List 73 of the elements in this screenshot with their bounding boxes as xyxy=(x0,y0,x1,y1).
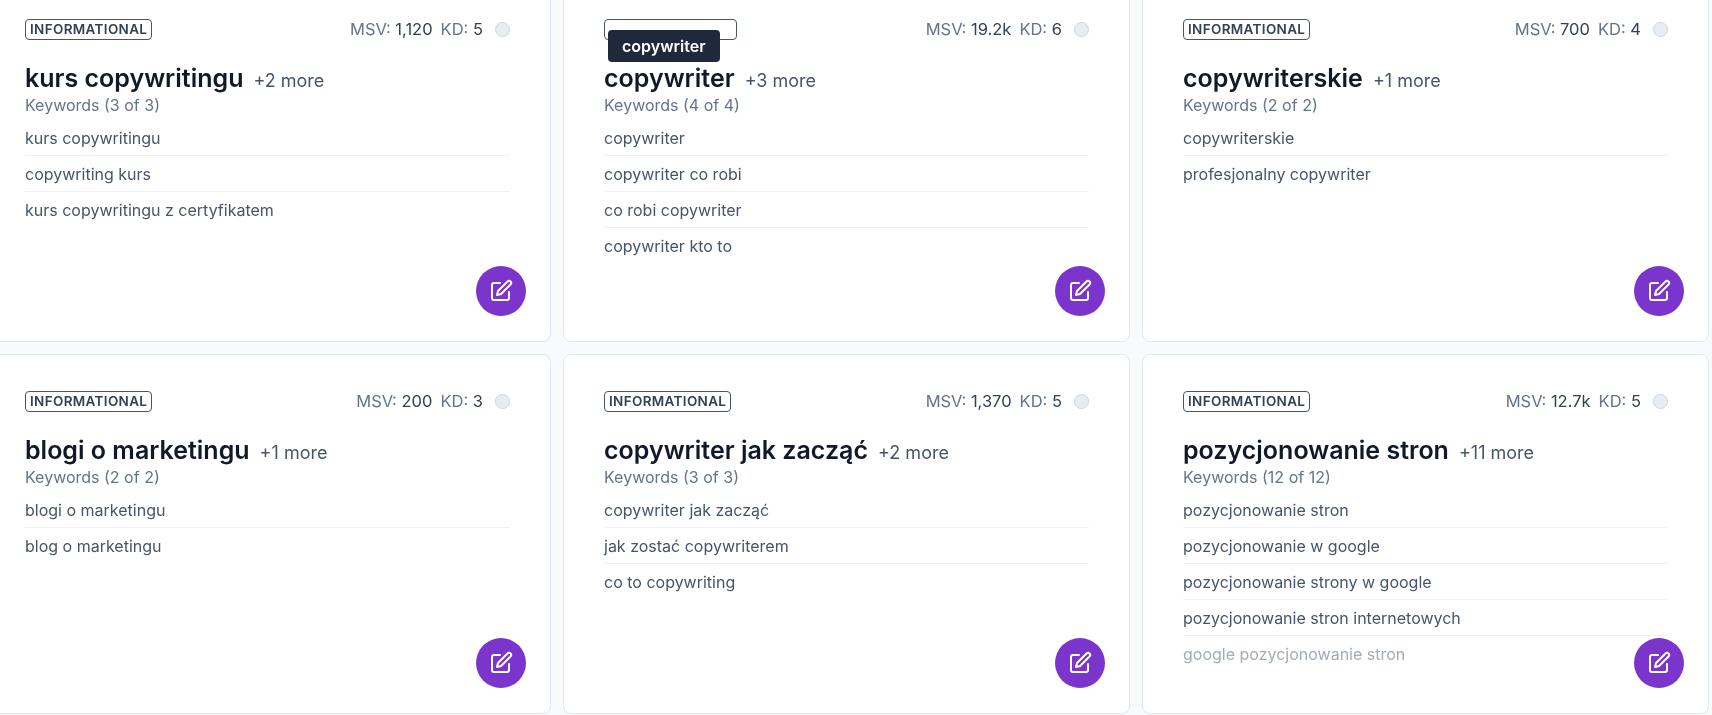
keyword-item: jak zostać copywriterem xyxy=(604,534,789,558)
select-checkbox[interactable] xyxy=(495,393,510,409)
keyword-item: pozycjonowanie stron internetowych xyxy=(1183,606,1461,630)
tooltip: copywriter xyxy=(608,30,720,62)
cluster-title: blogi o marketingu xyxy=(25,435,250,465)
msv-value: MSV: 1,370 xyxy=(925,389,1012,413)
keyword-item: pozycjonowanie stron xyxy=(1183,498,1349,522)
edit-button[interactable] xyxy=(1055,638,1105,688)
more-count: +1 more xyxy=(259,441,328,465)
keyword-item: blogi o marketingu xyxy=(25,498,166,522)
keyword-item: copywriter kto to xyxy=(604,235,732,258)
intent-tag: INFORMATIONAL xyxy=(1183,390,1311,412)
cluster-title: copywriter xyxy=(604,63,735,93)
keywords-label: Keywords (3 of 3) xyxy=(25,94,160,116)
kd-value: KD: 5 xyxy=(1598,389,1641,413)
cluster-title: pozycjonowanie stron xyxy=(1183,435,1449,465)
keyword-item: copywriting kurs xyxy=(25,162,152,186)
msv-value: MSV: 200 xyxy=(356,389,433,413)
edit-button[interactable] xyxy=(1634,266,1684,316)
keyword-item: pozycjonowanie w google xyxy=(1183,534,1380,558)
keyword-item: blog o marketingu xyxy=(25,535,162,558)
select-checkbox[interactable] xyxy=(1653,21,1668,37)
more-count: +2 more xyxy=(878,441,949,465)
msv-value: MSV: 19.2k xyxy=(925,17,1012,41)
edit-icon xyxy=(1068,279,1092,303)
more-count: +2 more xyxy=(253,69,325,93)
edit-icon xyxy=(1647,651,1671,675)
kd-value: KD: 5 xyxy=(440,17,483,41)
edit-icon xyxy=(489,651,513,675)
keyword-item: kurs copywritingu xyxy=(25,126,161,150)
keyword-item: copywriter jak zacząć xyxy=(604,498,770,522)
cluster-title: kurs copywritingu xyxy=(25,63,244,93)
more-count: +11 more xyxy=(1458,441,1535,465)
edit-icon xyxy=(489,279,513,303)
intent-tag: INFORMATIONAL xyxy=(25,18,153,40)
msv-value: MSV: 700 xyxy=(1514,17,1590,41)
more-count: +3 more xyxy=(744,69,817,93)
keyword-item: co robi copywriter xyxy=(604,198,742,222)
intent-tag: INFORMATIONAL xyxy=(1183,18,1311,40)
keyword-item: google pozycjonowanie stron xyxy=(1183,643,1406,666)
cluster-title: copywriterskie xyxy=(1183,63,1363,93)
intent-tag: INFORMATIONAL xyxy=(604,390,732,412)
keywords-label: Keywords (2 of 2) xyxy=(1183,94,1318,116)
keyword-item: profesjonalny copywriter xyxy=(1183,163,1371,186)
keyword-item: co to copywriting xyxy=(604,571,736,594)
select-checkbox[interactable] xyxy=(495,21,510,37)
edit-button[interactable] xyxy=(476,266,526,316)
kd-value: KD: 3 xyxy=(440,389,483,413)
keywords-label: Keywords (4 of 4) xyxy=(604,94,740,116)
kd-value: KD: 6 xyxy=(1019,17,1062,41)
keywords-label: Keywords (12 of 12) xyxy=(1183,466,1331,488)
keyword-item: copywriter xyxy=(604,126,685,150)
edit-icon xyxy=(1068,651,1092,675)
more-count: +1 more xyxy=(1372,69,1441,93)
edit-icon xyxy=(1647,279,1671,303)
edit-button[interactable] xyxy=(476,638,526,688)
cluster-title: copywriter jak zacząć xyxy=(604,435,869,465)
keyword-item: copywriter co robi xyxy=(604,162,742,186)
edit-button[interactable] xyxy=(1634,638,1684,688)
select-checkbox[interactable] xyxy=(1653,393,1668,409)
msv-value: MSV: 1,120 xyxy=(350,17,433,41)
kd-value: KD: 5 xyxy=(1019,389,1062,413)
keyword-item: kurs copywritingu z certyfikatem xyxy=(25,199,274,222)
select-checkbox[interactable] xyxy=(1074,393,1089,409)
kd-value: KD: 4 xyxy=(1597,17,1641,41)
msv-value: MSV: 12.7k xyxy=(1505,389,1591,413)
keyword-item: copywriterskie xyxy=(1183,126,1295,150)
intent-tag: INFORMATIONAL xyxy=(25,390,153,412)
keywords-label: Keywords (3 of 3) xyxy=(604,466,739,488)
keywords-label: Keywords (2 of 2) xyxy=(25,466,160,488)
select-checkbox[interactable] xyxy=(1074,21,1089,37)
edit-button[interactable] xyxy=(1055,266,1105,316)
keyword-item: pozycjonowanie strony w google xyxy=(1183,570,1432,594)
